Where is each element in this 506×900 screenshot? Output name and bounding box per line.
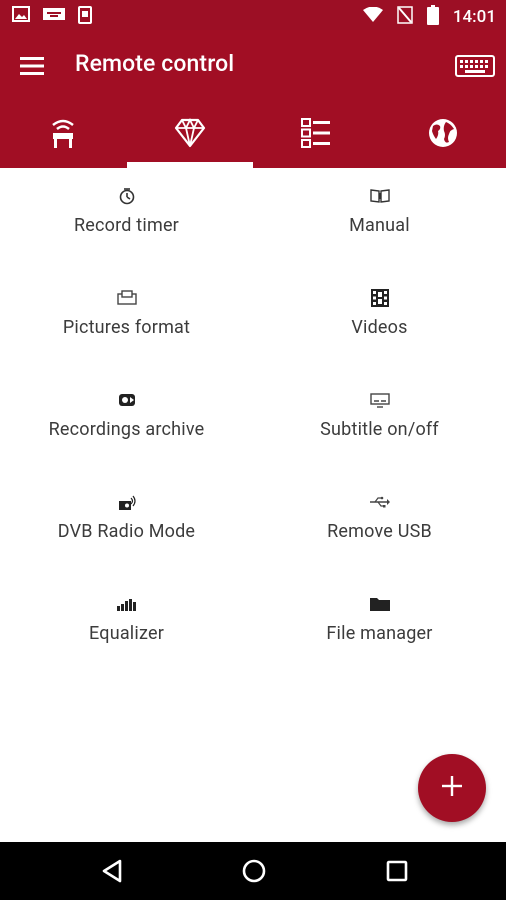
grid-item-label: File manager <box>326 623 433 644</box>
grid-item-label: DVB Radio Mode <box>57 521 196 542</box>
grid-item-equalizer[interactable]: Equalizer <box>0 576 253 678</box>
grid-item-remove-usb[interactable]: Remove USB <box>253 474 506 576</box>
system-nav-bar <box>0 842 506 900</box>
recordings-icon <box>116 390 138 410</box>
back-icon[interactable] <box>99 857 127 885</box>
add-fab-button[interactable] <box>418 754 486 822</box>
grid-item-label: Pictures format <box>62 317 191 338</box>
grid-item-label: Equalizer <box>89 623 164 644</box>
status-bar: 14:01 <box>0 0 506 30</box>
tab-web[interactable] <box>380 102 506 168</box>
clock: 14:01 <box>452 7 496 27</box>
function-grid: Record timer Manual Pictures format Vide… <box>0 168 506 678</box>
hamburger-menu-icon[interactable] <box>16 50 48 82</box>
grid-item-label: Recordings archive <box>48 419 205 440</box>
recents-icon[interactable] <box>383 857 411 885</box>
image-icon <box>12 6 30 28</box>
timer-icon <box>116 186 138 206</box>
grid-item-subtitle[interactable]: Subtitle on/off <box>253 372 506 474</box>
grid-item-label: Manual <box>349 215 410 236</box>
film-icon <box>369 288 391 308</box>
grid-item-record-timer[interactable]: Record timer <box>0 168 253 270</box>
remote-signal-icon <box>48 117 78 153</box>
grid-item-label: Videos <box>351 317 408 338</box>
tab-favorites[interactable] <box>126 102 254 168</box>
tab-list[interactable] <box>253 102 380 168</box>
grid-item-manual[interactable]: Manual <box>253 168 506 270</box>
tab-bar <box>0 102 506 168</box>
no-signal-icon <box>397 6 413 28</box>
tab-remote[interactable] <box>0 102 127 168</box>
grid-item-pictures-format[interactable]: Pictures format <box>0 270 253 372</box>
equalizer-icon <box>116 594 138 614</box>
grid-item-dvb-radio[interactable]: DVB Radio Mode <box>0 474 253 576</box>
picture-format-icon <box>116 288 138 308</box>
home-icon[interactable] <box>240 857 268 885</box>
usb-icon <box>369 492 391 512</box>
page-title: Remote control <box>75 50 235 77</box>
grid-item-label: Remove USB <box>327 521 432 542</box>
grid-item-videos[interactable]: Videos <box>253 270 506 372</box>
battery-icon <box>426 5 439 29</box>
grid-item-file-manager[interactable]: File manager <box>253 576 506 678</box>
list-icon <box>301 118 331 152</box>
grid-item-label: Record timer <box>74 215 179 236</box>
grid-item-label: Subtitle on/off <box>320 419 439 440</box>
keyboard-icon[interactable] <box>454 52 496 80</box>
phone-icon <box>78 6 92 28</box>
globe-icon <box>427 117 459 153</box>
manual-book-icon <box>369 186 391 206</box>
folder-icon <box>369 594 391 614</box>
plus-icon <box>441 775 463 801</box>
radio-icon <box>116 492 138 512</box>
app-bar: Remote control <box>0 30 506 102</box>
diamond-icon <box>174 117 206 152</box>
subtitle-icon <box>369 390 391 410</box>
grid-item-recordings-archive[interactable]: Recordings archive <box>0 372 253 474</box>
wifi-icon <box>362 6 383 27</box>
cast-icon <box>42 6 66 28</box>
